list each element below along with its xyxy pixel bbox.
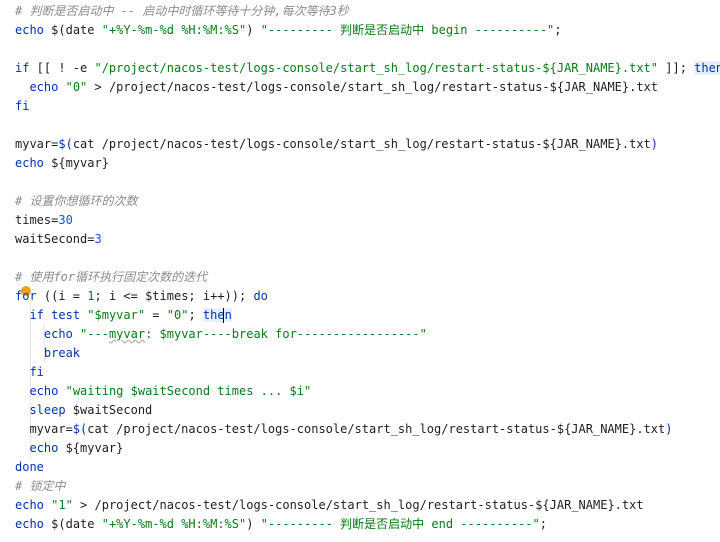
code-line: for ((i = 1; i <= $times; i++)); do <box>15 289 268 303</box>
code-line: echo "1" > /project/nacos-test/logs-cons… <box>15 498 644 512</box>
code-editor[interactable]: # 判断是否启动中 -- 启动中时循环等待十分钟,每次等待3秒 echo $(d… <box>0 0 720 542</box>
code-line: fi <box>15 99 30 113</box>
code-line: myvar=$(cat /project/nacos-test/logs-con… <box>15 137 659 151</box>
code-line: done <box>15 460 44 474</box>
code-line: # 锁定中 <box>15 479 66 493</box>
code-line: sleep $waitSecond <box>29 403 153 417</box>
code-line: break <box>15 346 81 360</box>
code-line: if [[ ! -e "/project/nacos-test/logs-con… <box>15 59 720 78</box>
code-line: echo ${myvar} <box>15 156 109 170</box>
code-line: myvar=$(cat /project/nacos-test/logs-con… <box>15 422 673 436</box>
code-line: # 使用for循环执行固定次数的迭代 <box>15 270 208 284</box>
code-line: fi <box>15 365 44 379</box>
text-caret <box>223 308 224 323</box>
code-line: waitSecond=3 <box>15 232 102 246</box>
code-line: echo "---myvar: $myvar----break for-----… <box>43 327 427 341</box>
code-line: echo "0" > /project/nacos-test/logs-cons… <box>29 80 659 94</box>
code-line: echo $(date "+%Y-%m-%d %H:%M:%S") "-----… <box>15 23 562 37</box>
code-line: echo ${myvar} <box>29 441 124 455</box>
code-line: if test "$myvar" = "0"; then <box>29 308 232 322</box>
code-line: # 设置你想循环的次数 <box>15 194 138 208</box>
code-line: # 判断是否启动中 -- 启动中时循环等待十分钟,每次等待3秒 <box>15 4 349 18</box>
code-line: echo "waiting $waitSecond times ... $i" <box>29 384 312 398</box>
code-line: times=30 <box>15 213 73 227</box>
code-line: echo $(date "+%Y-%m-%d %H:%M:%S") "-----… <box>15 517 548 531</box>
